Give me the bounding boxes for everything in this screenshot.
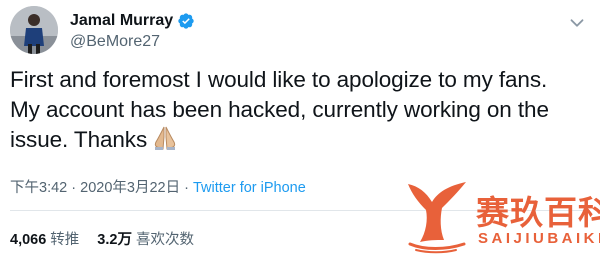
tweet-stats: 4,066 转推 3.2万 喜欢次数 [10,228,212,249]
meta-separator: · [67,180,81,196]
avatar[interactable] [10,6,58,54]
verified-badge-icon [177,12,195,30]
tweet-time[interactable]: 下午3:42 [10,180,67,196]
user-names: Jamal Murray @BeMore27 [70,10,195,51]
retweets-label: 转推 [50,232,80,248]
retweets-count: 4,066 [10,232,47,248]
likes-count: 3.2万 [97,232,132,248]
tweet-date[interactable]: 2020年3月22日 [80,180,180,196]
avatar-image [10,6,58,54]
tweet-text-line: First and foremost I would like to apolo… [10,67,548,92]
user-handle[interactable]: @BeMore27 [70,33,195,51]
watermark: 赛玖百科 SAIJIUBAIKE [402,178,600,254]
watermark-chinese-text: 赛玖百科 [476,193,600,232]
likes-label: 喜欢次数 [135,232,194,248]
chevron-down-icon[interactable] [566,12,588,34]
retweets-stat[interactable]: 4,066 转推 [10,228,79,249]
tweet-meta: 下午3:42 · 2020年3月22日 · Twitter for iPhone [10,176,306,197]
tweet-text: First and foremost I would like to apolo… [10,65,590,159]
folded-hands-emoji-icon [151,125,179,159]
tweet-source-link[interactable]: Twitter for iPhone [193,180,306,196]
likes-stat[interactable]: 3.2万 喜欢次数 [97,228,194,249]
tweet-text-fragment: issue. Thanks [10,127,148,152]
watermark-latin-text: SAIJIUBAIKE [478,230,600,247]
whale-tail-logo-icon [408,182,466,254]
tweet-text-line: issue. Thanks [10,125,590,159]
display-name[interactable]: Jamal Murray [70,12,173,30]
display-name-row: Jamal Murray [70,10,195,32]
meta-separator: · [180,180,193,196]
tweet-header: Jamal Murray @BeMore27 [10,6,590,56]
tweet-text-line: My account has been hacked, currently wo… [10,97,549,122]
tweet-card: Jamal Murray @BeMore27 First and foremos… [0,0,600,258]
